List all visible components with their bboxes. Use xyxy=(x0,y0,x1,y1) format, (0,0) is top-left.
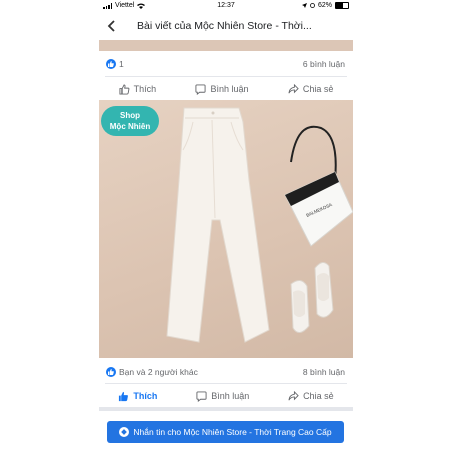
post-actions-2: Thích Bình luận Chia sẻ xyxy=(99,385,353,407)
alarm-icon xyxy=(310,3,315,8)
share-label-2: Chia sẻ xyxy=(303,391,334,401)
messenger-icon xyxy=(119,427,130,437)
like-button-2[interactable]: Thích xyxy=(118,391,157,402)
like-reaction-icon xyxy=(106,59,116,69)
white-shoes xyxy=(290,262,334,333)
share-label: Chia sẻ xyxy=(302,84,334,94)
reactions-bar[interactable]: 1 6 bình luận xyxy=(99,53,353,75)
comment-label-2: Bình luận xyxy=(211,391,250,401)
like-label-2: Thích xyxy=(133,391,158,401)
reaction-count: 1 xyxy=(119,59,124,69)
share-icon xyxy=(288,390,299,400)
white-pants xyxy=(166,107,270,343)
handbag: BALMEKOSA xyxy=(284,125,353,247)
post-separator xyxy=(99,407,353,411)
share-button-2[interactable]: Chia sẻ xyxy=(288,390,334,402)
post-actions: Thích Bình luận Chia sẻ xyxy=(99,78,353,100)
divider xyxy=(105,76,347,77)
nav-bar: Bài viết của Mộc Nhiên Store - Thời... xyxy=(99,13,353,39)
post-photo[interactable]: BALMEKOSA Shop Mộc Nhiên xyxy=(99,100,353,358)
battery-percent: 62% xyxy=(317,2,332,9)
comment-button-2[interactable]: Bình luận xyxy=(196,390,250,402)
status-bar: Viettel 12:37 62% xyxy=(99,0,353,12)
comment-icon xyxy=(196,390,207,402)
comment-label: Bình luận xyxy=(210,84,249,94)
thumbs-up-filled-icon xyxy=(119,391,129,401)
location-icon xyxy=(301,3,307,8)
reaction-summary: Bạn và 2 người khác xyxy=(119,367,198,377)
share-button[interactable]: Chia sẻ xyxy=(288,83,334,95)
badge-line-2: Mộc Nhiên xyxy=(109,122,151,131)
phone-screen: Viettel 12:37 62% Bài viết của Mộc Nhiên… xyxy=(99,0,353,450)
message-button-label: Nhắn tin cho Mộc Nhiên Store - Thời Tran… xyxy=(133,427,332,437)
battery-icon xyxy=(335,2,349,9)
like-reaction-icon xyxy=(106,367,116,377)
badge-line-1: Shop xyxy=(120,111,140,120)
comment-count-2[interactable]: 8 bình luận xyxy=(303,367,353,377)
chevron-left-icon xyxy=(107,20,115,32)
page-title: Bài viết của Mộc Nhiên Store - Thời... xyxy=(137,20,312,32)
comment-count[interactable]: 6 bình luận xyxy=(303,59,353,69)
message-page-button[interactable]: Nhắn tin cho Mộc Nhiên Store - Thời Tran… xyxy=(107,421,344,443)
shop-badge: Shop Mộc Nhiên xyxy=(101,106,159,136)
share-icon xyxy=(288,83,299,93)
comment-icon xyxy=(195,83,207,95)
comment-button[interactable]: Bình luận xyxy=(195,83,249,95)
like-button[interactable]: Thích xyxy=(119,83,157,95)
thumbs-up-icon xyxy=(119,83,130,95)
divider xyxy=(105,383,347,384)
product-illustration: BALMEKOSA xyxy=(166,107,353,343)
status-right: 62% xyxy=(301,2,349,9)
like-label: Thích xyxy=(133,84,157,94)
previous-photo-strip[interactable] xyxy=(99,40,353,51)
reactions-bar-2[interactable]: Bạn và 2 người khác 8 bình luận xyxy=(99,361,353,383)
back-button[interactable] xyxy=(99,13,123,39)
